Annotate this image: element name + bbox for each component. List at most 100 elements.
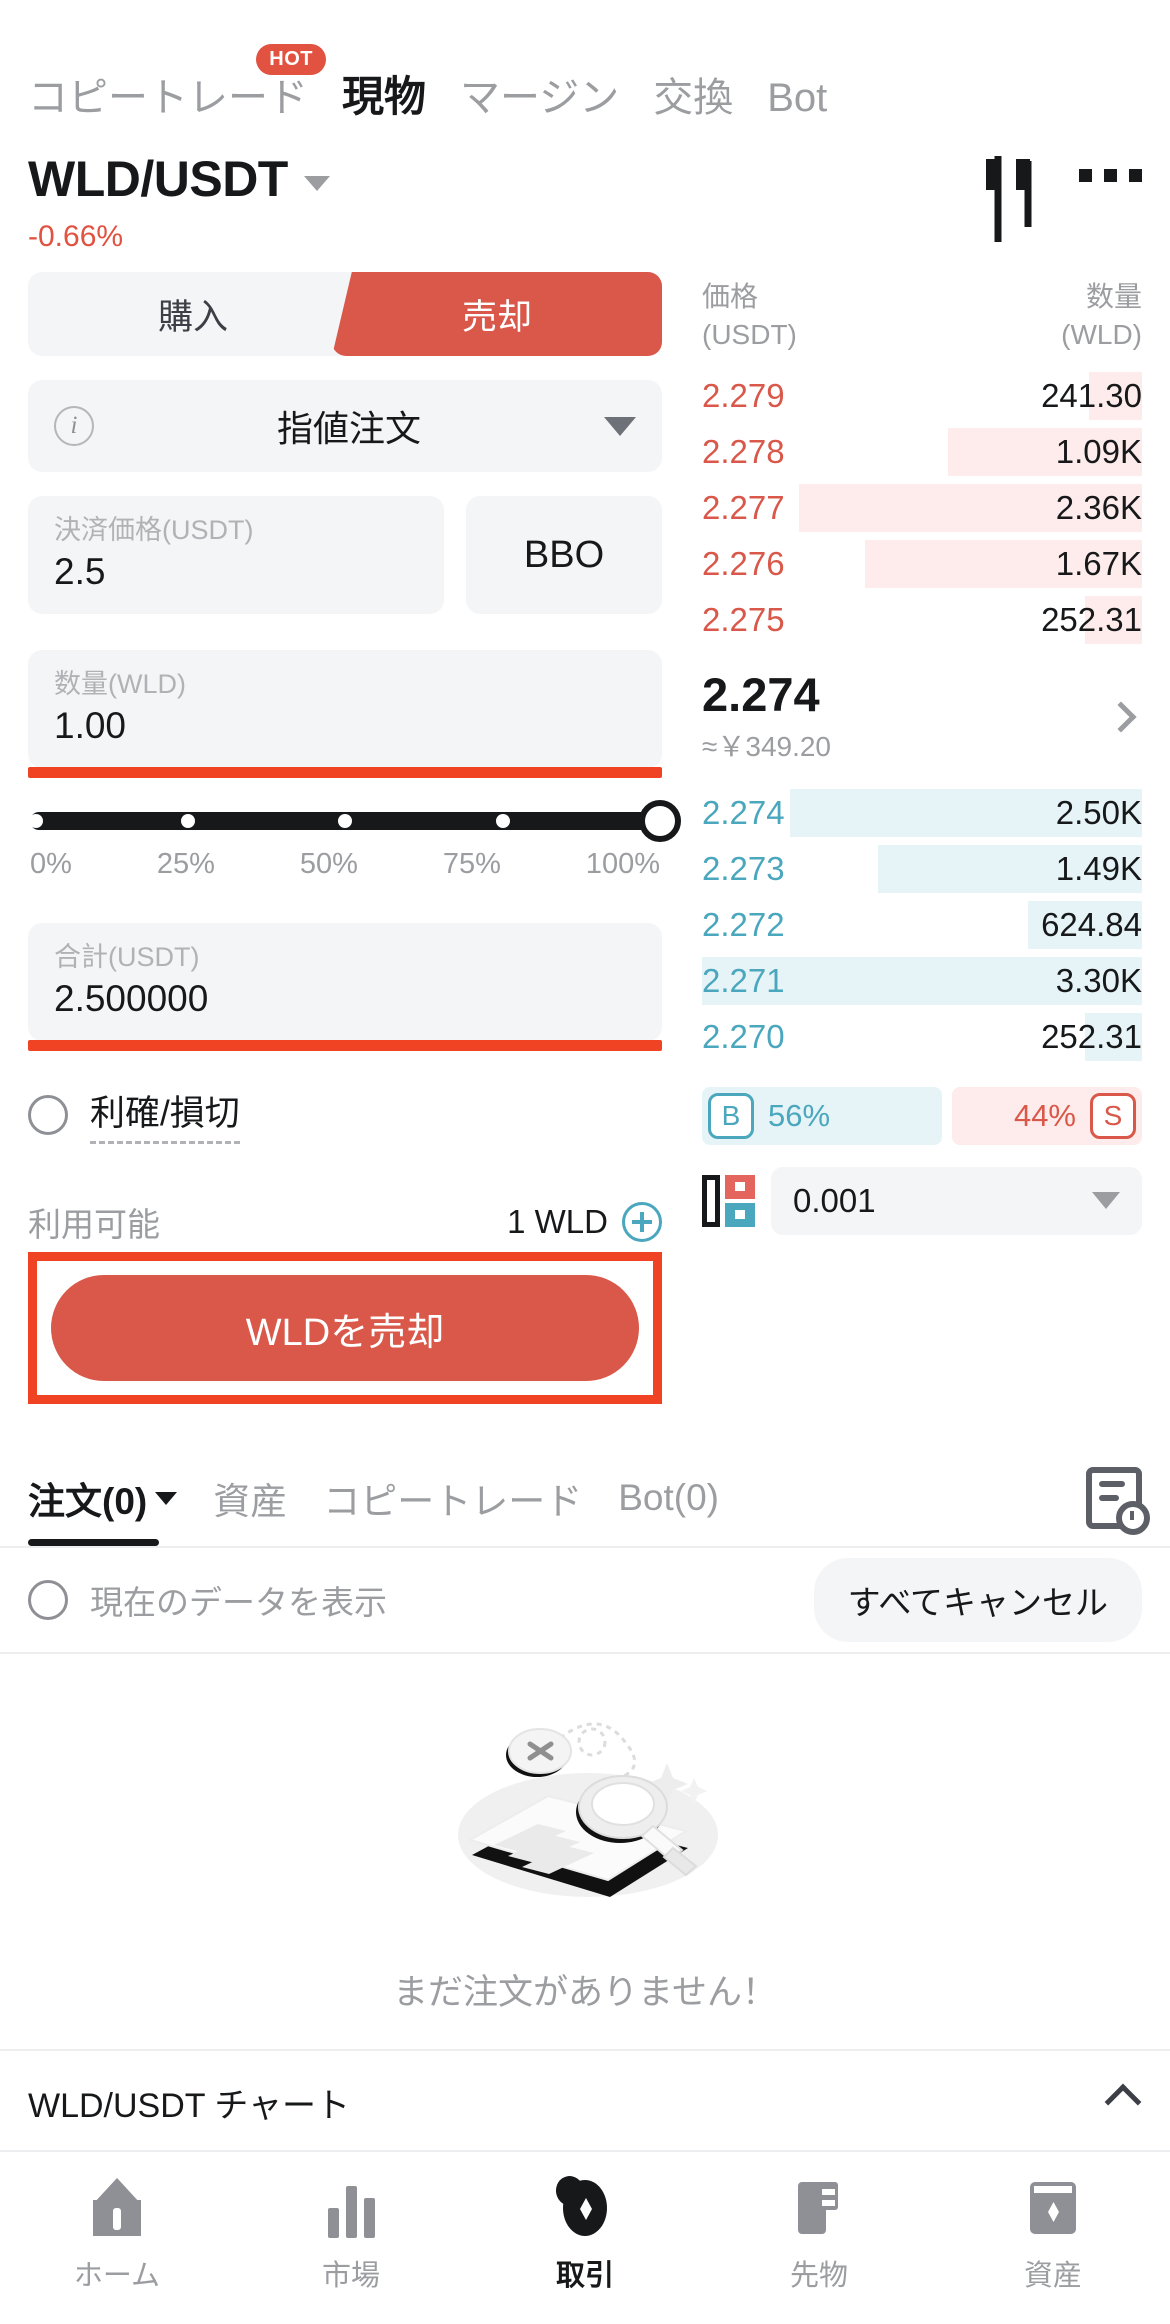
empty-orders-text: まだ注文がありません！	[393, 1973, 777, 2012]
order-book-row[interactable]: 2.273 1.49K	[702, 841, 1142, 897]
order-book-row[interactable]: 2.271 3.30K	[702, 953, 1142, 1009]
amount-slider[interactable]: 0% 25% 50% 75% 100%	[28, 800, 681, 881]
col-qty-label: 数量	[1085, 281, 1142, 312]
sell-submit-button[interactable]: WLDを売却	[51, 1275, 639, 1381]
symbol-selector[interactable]: WLD/USDT	[28, 150, 986, 208]
order-book-qty: 3.30K	[1055, 961, 1142, 999]
amount-label: 数量(WLD)	[54, 669, 186, 699]
order-book-qty: 2.50K	[1055, 793, 1142, 831]
slider-track[interactable]	[29, 800, 681, 842]
order-book-price: 2.275	[702, 600, 785, 638]
cancel-all-button[interactable]: すべてキャンセル	[813, 1558, 1142, 1642]
sell-tab[interactable]: 売却	[332, 272, 662, 356]
show-current-toggle[interactable]: 現在のデータを表示	[28, 1576, 814, 1624]
market-type-tabs: コピートレード HOT 現物 マージン 交換 Bot	[0, 0, 1170, 132]
order-book-qty: 1.49K	[1055, 849, 1142, 887]
amount-input[interactable]: 数量(WLD) 1.00	[28, 650, 662, 778]
nav-home[interactable]: ホーム	[0, 2176, 234, 2294]
slider-label-0: 0%	[30, 848, 72, 880]
orders-filter-row: 現在のデータを表示 すべてキャンセル	[0, 1548, 1170, 1652]
chevron-down-icon	[604, 416, 636, 436]
slider-labels: 0% 25% 50% 75% 100%	[30, 848, 660, 881]
chevron-up-icon[interactable]	[1104, 2083, 1142, 2121]
slider-tick-75	[495, 814, 510, 828]
tab-copytrade[interactable]: コピートレード	[323, 1450, 582, 1546]
tick-size-select[interactable]: 0.001	[771, 1166, 1142, 1235]
buy-tab[interactable]: 購入	[28, 272, 358, 356]
total-input[interactable]: 合計(USDT) 2.500000	[28, 923, 662, 1051]
tick-size-value: 0.001	[793, 1181, 876, 1219]
order-book-row[interactable]: 2.279 241.30	[702, 368, 1142, 424]
buy-ratio: B 56%	[702, 1086, 943, 1145]
mid-price-fiat: ≈￥349.20	[702, 730, 832, 762]
symbol-info: WLD/USDT -0.66%	[28, 150, 986, 254]
tab-bot[interactable]: Bot(0)	[618, 1450, 719, 1546]
mid-price: 2.274	[702, 667, 820, 721]
available-value: 1 WLD	[507, 1203, 608, 1240]
order-history-icon[interactable]	[1086, 1467, 1150, 1535]
plus-circle-icon[interactable]	[622, 1202, 662, 1242]
order-book-row[interactable]: 2.272 624.84	[702, 897, 1142, 953]
bid-rows: 2.274 2.50K 2.273 1.49K 2.272 624.84 2.271 3.30…	[702, 785, 1142, 1065]
order-book-price: 2.277	[702, 488, 785, 526]
side-toggle: 購入 売却	[28, 272, 662, 356]
slider-label-25: 25%	[156, 848, 215, 880]
amount-value: 1.00	[54, 705, 127, 747]
tab-convert[interactable]: 交換	[653, 78, 733, 122]
nav-market[interactable]: 市場	[234, 2176, 468, 2294]
order-type-label: 指値注文	[276, 408, 421, 449]
tab-assets[interactable]: 資産	[213, 1450, 287, 1546]
trade-body: 購入 売却 i 指値注文 決済価格(USDT) 2.5 BBO 数量(WLD) …	[0, 266, 1170, 1404]
candlestick-icon[interactable]	[986, 156, 1039, 242]
nav-futures-label: 先物	[789, 2260, 848, 2292]
bottom-navigation: ホーム 市場 取引 先物 資産	[0, 2150, 1170, 2324]
chevron-down-icon	[155, 1491, 178, 1505]
order-book-price: 2.274	[702, 793, 785, 831]
order-book-price: 2.270	[702, 1017, 785, 1055]
price-input[interactable]: 決済価格(USDT) 2.5	[28, 496, 444, 614]
price-row: 決済価格(USDT) 2.5 BBO	[28, 496, 662, 614]
trading-screen: コピートレード HOT 現物 マージン 交換 Bot WLD/USDT -0.6…	[0, 0, 1170, 2324]
order-book-row[interactable]: 2.278 1.09K	[702, 424, 1142, 480]
order-book-row[interactable]: 2.275 252.31	[702, 592, 1142, 648]
show-current-label: 現在のデータを表示	[90, 1584, 387, 1621]
mid-price-block[interactable]: 2.274 ≈￥349.20	[702, 667, 1142, 765]
col-qty-unit: (WLD)	[1061, 318, 1142, 350]
nav-futures[interactable]: 先物	[702, 2176, 936, 2294]
orderbook-depth-icon[interactable]	[702, 1174, 755, 1227]
more-dots-icon[interactable]	[1079, 168, 1142, 182]
order-book-qty: 1.67K	[1055, 544, 1142, 582]
chevron-right-icon[interactable]	[1105, 701, 1137, 733]
bbo-button[interactable]: BBO	[466, 496, 662, 614]
sell-tag: S	[1090, 1092, 1136, 1139]
tpsl-checkbox[interactable]	[28, 1094, 68, 1135]
order-book-row[interactable]: 2.276 1.67K	[702, 536, 1142, 592]
tpsl-toggle[interactable]: 利確/損切	[28, 1085, 662, 1144]
chevron-down-icon	[1092, 1192, 1120, 1210]
tab-copy-trade[interactable]: コピートレード HOT	[28, 44, 326, 122]
sell-ratio: 44% S	[952, 1086, 1142, 1145]
slider-label-100: 100%	[585, 848, 660, 880]
nav-assets[interactable]: 資産	[936, 2176, 1170, 2294]
slider-knob[interactable]	[639, 800, 681, 842]
tab-bot[interactable]: Bot	[767, 78, 827, 122]
chevron-down-icon	[303, 175, 330, 191]
order-book-row[interactable]: 2.277 2.36K	[702, 480, 1142, 536]
nav-trade[interactable]: 取引	[468, 2173, 702, 2294]
buy-percent: 56%	[768, 1097, 831, 1133]
order-book-price: 2.273	[702, 849, 785, 887]
order-type-select[interactable]: i 指値注文	[28, 380, 662, 472]
tab-spot[interactable]: 現物	[342, 76, 426, 122]
show-current-checkbox[interactable]	[28, 1580, 68, 1620]
info-icon[interactable]: i	[54, 406, 94, 446]
slider-tick-25	[180, 814, 195, 828]
tab-margin[interactable]: マージン	[460, 78, 619, 122]
order-book-row[interactable]: 2.270 252.31	[702, 1009, 1142, 1065]
chart-expand-bar[interactable]: WLD/USDT チャート	[0, 2049, 1170, 2153]
tab-orders[interactable]: 注文(0)	[28, 1450, 178, 1546]
col-price-unit: (USDT)	[702, 318, 797, 350]
buy-tag: B	[708, 1092, 754, 1139]
order-book-row[interactable]: 2.274 2.50K	[702, 785, 1142, 841]
col-price-label: 価格	[702, 281, 759, 312]
slider-tick-0	[29, 814, 44, 828]
